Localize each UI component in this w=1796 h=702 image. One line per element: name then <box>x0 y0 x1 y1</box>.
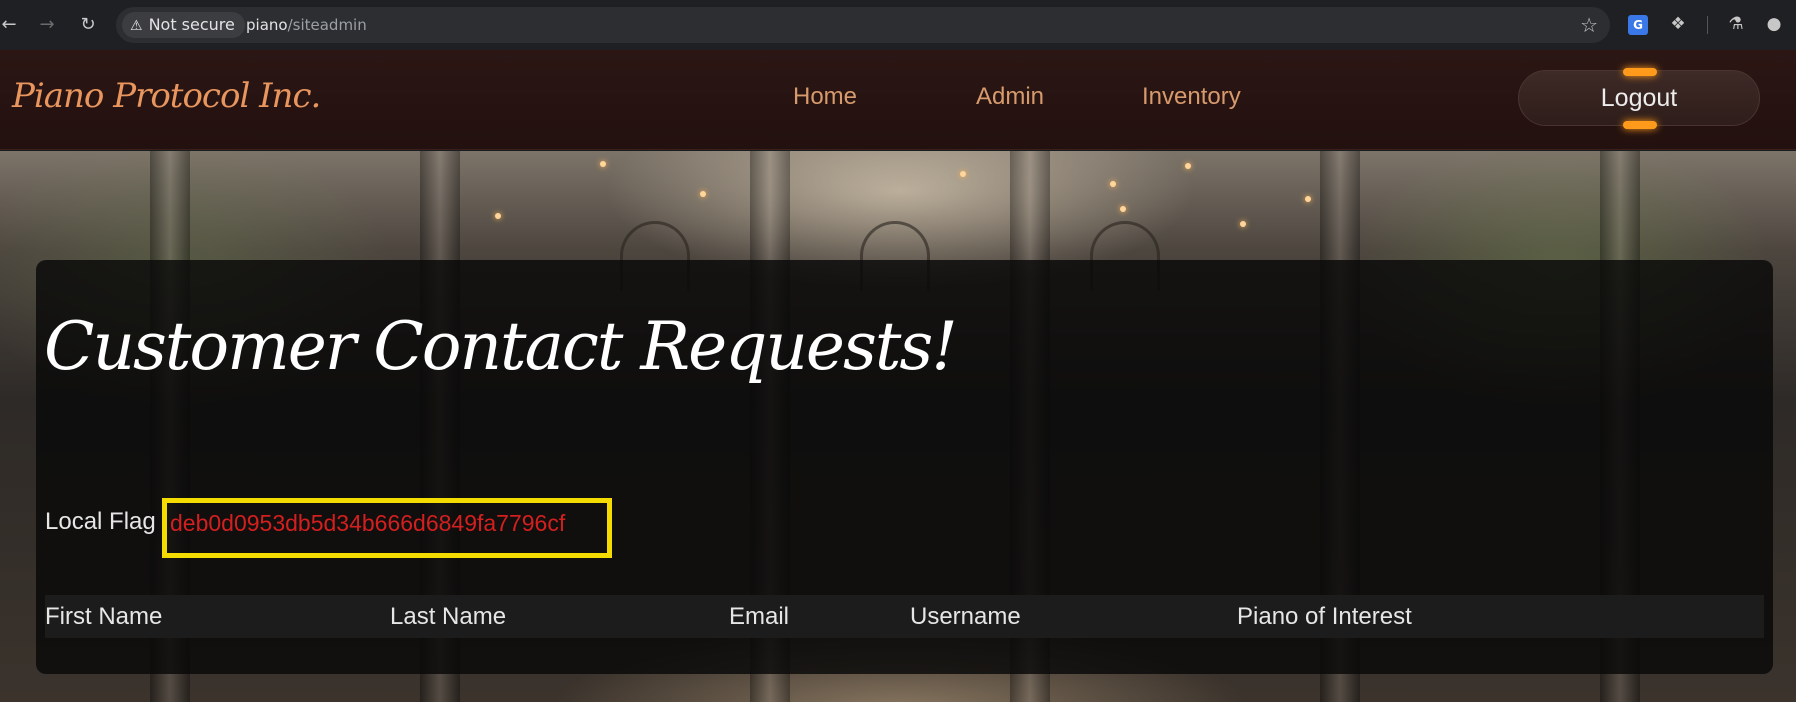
url-host: piano <box>246 16 288 34</box>
url-path: /siteadmin <box>287 16 367 34</box>
nav-inventory-link[interactable]: Inventory <box>1142 83 1241 111</box>
logout-button[interactable]: Logout <box>1518 68 1760 129</box>
security-label: Not secure <box>148 15 235 34</box>
site-logo[interactable]: Piano Protocol Inc. <box>12 76 321 116</box>
column-header-first-name: First Name <box>45 603 163 630</box>
extensions-puzzle-icon[interactable]: ❖ <box>1666 12 1690 36</box>
bookmark-star-icon[interactable]: ☆ <box>1580 7 1598 43</box>
column-header-email: Email <box>729 603 790 630</box>
flag-label: Local Flag : <box>45 508 170 535</box>
logout-glow-bottom <box>1623 121 1657 129</box>
toolbar-divider <box>1707 16 1708 34</box>
column-header-piano-of-interest: Piano of Interest <box>1237 603 1412 630</box>
labs-flask-icon[interactable]: ⚗ <box>1724 12 1748 36</box>
flag-value: deb0d0953db5d34b666d6849fa7796cf <box>170 510 566 536</box>
logout-label: Logout <box>1600 84 1678 112</box>
address-bar[interactable]: ⚠ Not secure piano/siteadmin ☆ <box>116 7 1610 43</box>
translate-icon[interactable]: G <box>1626 12 1650 36</box>
browser-toolbar: ← → ↻ ⚠ Not secure piano/siteadmin ☆ G ❖ … <box>0 0 1796 50</box>
logout-glow-top <box>1623 68 1657 76</box>
security-chip[interactable]: ⚠ Not secure <box>122 12 245 38</box>
profile-icon[interactable]: ● <box>1762 12 1786 36</box>
site-header: Piano Protocol Inc. Home Admin Inventory… <box>0 50 1796 150</box>
warning-icon: ⚠ <box>130 18 143 34</box>
column-header-username: Username <box>910 603 1021 630</box>
forward-arrow-icon[interactable]: → <box>32 10 62 40</box>
table-header-row: First Name Last Name Email Username Pian… <box>45 595 1764 638</box>
translate-badge: G <box>1628 15 1648 35</box>
page-title: Customer Contact Requests! <box>44 308 958 385</box>
content-panel: Customer Contact Requests! Local Flag : … <box>36 260 1773 674</box>
reload-icon[interactable]: ↻ <box>73 10 103 40</box>
column-header-last-name: Last Name <box>390 603 507 630</box>
url-text[interactable]: piano/siteadmin <box>246 7 367 43</box>
nav-home-link[interactable]: Home <box>793 83 857 111</box>
nav-admin-link[interactable]: Admin <box>976 83 1044 111</box>
back-arrow-icon[interactable]: ← <box>0 10 24 40</box>
